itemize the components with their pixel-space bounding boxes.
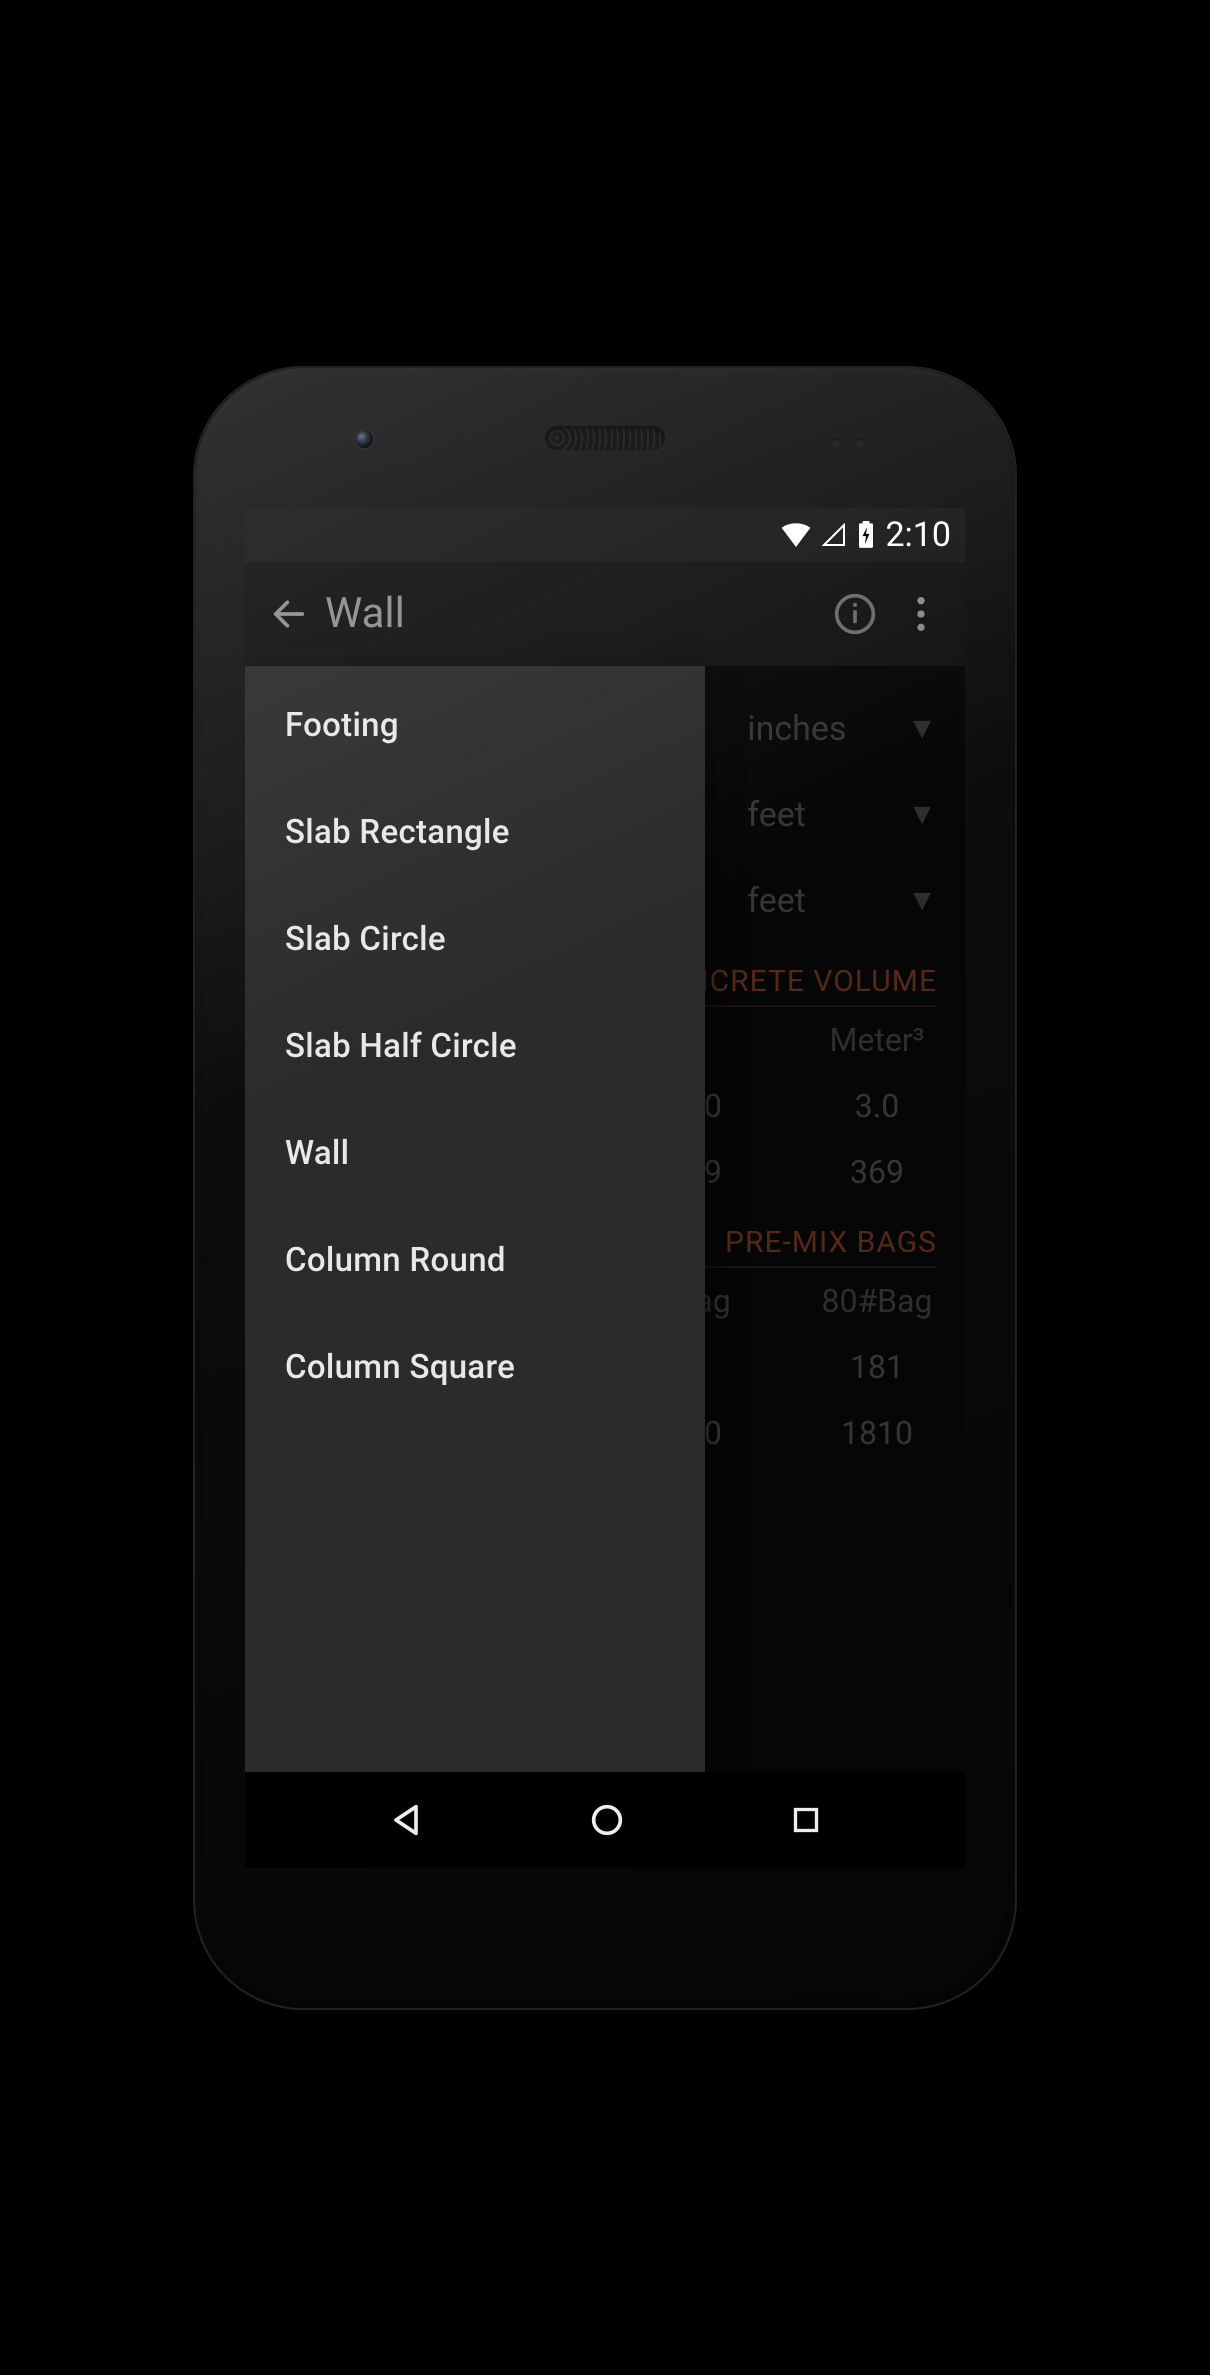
nav-home-button[interactable] — [587, 1800, 627, 1840]
menu-item-slab-rectangle[interactable]: Slab Rectangle — [245, 779, 705, 886]
back-button[interactable] — [261, 586, 317, 642]
info-icon — [833, 592, 877, 636]
menu-item-slab-circle[interactable]: Slab Circle — [245, 886, 705, 993]
menu-item-footing[interactable]: Footing — [245, 672, 705, 779]
nav-recents-button[interactable] — [788, 1802, 824, 1838]
proximity-sensors — [831, 438, 865, 448]
unit-value-1: inches — [747, 709, 867, 749]
app-toolbar: Wall — [245, 562, 965, 666]
status-time: 2:10 — [885, 515, 951, 555]
bags-header-2: 80#Bag — [817, 1282, 937, 1320]
menu-item-wall[interactable]: Wall — [245, 1100, 705, 1207]
cell-signal-icon — [821, 523, 847, 547]
chevron-down-icon: ▼ — [907, 711, 937, 746]
menu-item-column-square[interactable]: Column Square — [245, 1314, 705, 1421]
earpiece-speaker — [545, 426, 665, 450]
device-frame-stage: 2:10 Wall — [0, 0, 1210, 2375]
unit-value-3: feet — [747, 881, 867, 921]
volume-header-2: Meter³ — [817, 1021, 937, 1059]
chevron-down-icon: ▼ — [907, 797, 937, 832]
front-camera — [355, 430, 373, 448]
unit-value-2: feet — [747, 795, 867, 835]
shape-selector-popup: Footing Slab Rectangle Slab Circle Slab … — [245, 666, 705, 1772]
menu-item-slab-half-circle[interactable]: Slab Half Circle — [245, 993, 705, 1100]
screen: 2:10 Wall — [245, 508, 965, 1868]
menu-item-column-round[interactable]: Column Round — [245, 1207, 705, 1314]
android-nav-bar — [245, 1772, 965, 1868]
battery-charging-icon — [857, 521, 875, 549]
overflow-menu-button[interactable] — [893, 586, 949, 642]
status-bar: 2:10 — [245, 508, 965, 562]
wifi-icon — [781, 523, 811, 547]
page-title: Wall — [317, 589, 827, 638]
info-button[interactable] — [827, 586, 883, 642]
nav-back-button[interactable] — [386, 1800, 426, 1840]
more-vert-icon — [907, 594, 935, 634]
circle-home-icon — [587, 1800, 627, 1840]
arrow-left-icon — [269, 594, 309, 634]
chevron-down-icon: ▼ — [907, 883, 937, 918]
square-recents-icon — [788, 1802, 824, 1838]
phone-body: 2:10 Wall — [193, 366, 1017, 2010]
triangle-back-icon — [386, 1800, 426, 1840]
